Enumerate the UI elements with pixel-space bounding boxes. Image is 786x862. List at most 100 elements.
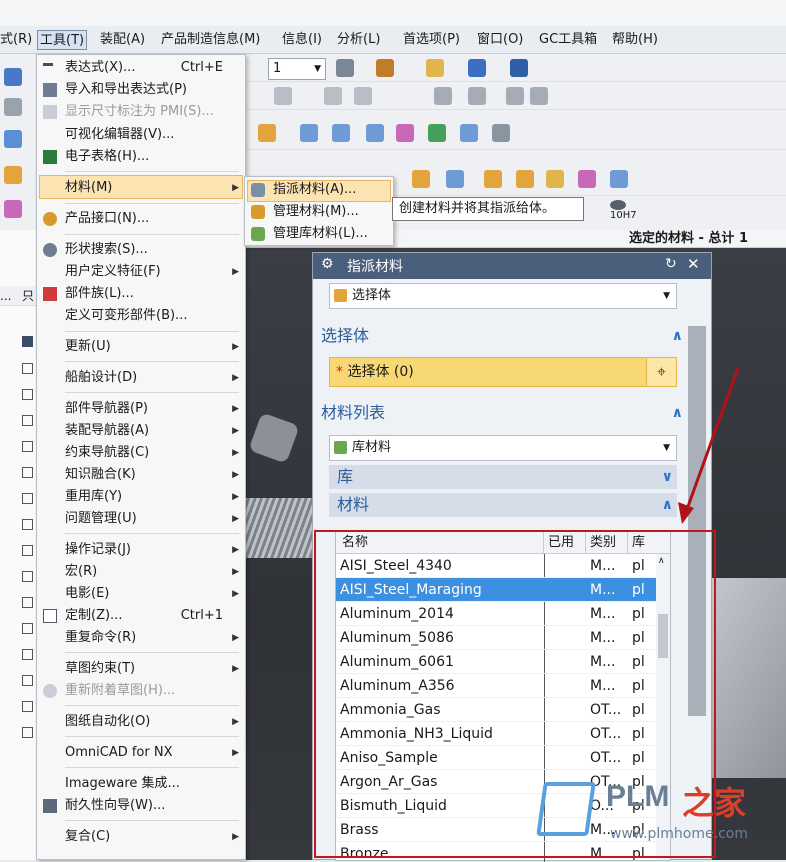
menu-item-movie[interactable]: 电影(E) — [65, 585, 109, 603]
row-checkbox[interactable] — [22, 701, 33, 712]
menu-item-udf[interactable]: 用户定义特征(F) — [65, 263, 161, 281]
menu-analysis[interactable]: 分析(L) — [337, 30, 380, 50]
menu-item-macro[interactable]: 宏(R) — [65, 563, 97, 581]
surface-icon[interactable] — [258, 124, 276, 142]
menu-window[interactable]: 窗口(O) — [477, 30, 523, 50]
menu-item-product-interface[interactable]: 产品接口(N)... — [65, 210, 149, 228]
row-checkbox[interactable] — [22, 363, 33, 374]
row-checkbox[interactable] — [22, 519, 33, 530]
menu-item-reuse-library[interactable]: 重用库(Y) — [65, 488, 122, 506]
menu-pmi[interactable]: 产品制造信息(M) — [161, 30, 260, 50]
menu-item-drawing-automation[interactable]: 图纸自动化(O) — [65, 713, 150, 731]
row-checkbox[interactable] — [22, 727, 33, 738]
surface-icon[interactable] — [460, 124, 478, 142]
menu-tools[interactable]: 工具(T) — [37, 30, 88, 50]
snap-combo[interactable]: 1 ▼ — [268, 58, 326, 80]
menu-help[interactable]: 帮助(H) — [612, 30, 658, 50]
row-checkbox[interactable] — [22, 597, 33, 608]
grid-icon[interactable] — [468, 59, 486, 77]
menu-item-deformable[interactable]: 定义可变形部件(B)... — [65, 307, 187, 325]
row-checkbox[interactable] — [22, 389, 33, 400]
menu-item-constraint-navigator[interactable]: 约束导航器(C) — [65, 444, 149, 462]
ruler-icon[interactable] — [426, 59, 444, 77]
menu-item-visual-editor[interactable]: 可视化编辑器(V)... — [65, 126, 174, 144]
solid-icon[interactable] — [484, 170, 502, 188]
menu-info[interactable]: 信息(I) — [282, 30, 322, 50]
tolerance-icon[interactable]: 10H7 — [610, 200, 637, 222]
row-checkbox[interactable] — [22, 571, 33, 582]
submenu-item-manage-library[interactable]: 管理库材料(L)... — [273, 225, 368, 243]
menu-item-sketch-constraint[interactable]: 草图约束(T) — [65, 660, 135, 678]
tool-icon[interactable] — [4, 98, 22, 116]
menu-item-durability-wizard[interactable]: 耐久性向导(W)... — [65, 797, 165, 815]
menu-item-knowledge-fusion[interactable]: 知识融合(K) — [65, 466, 136, 484]
menu-item-shape-search[interactable]: 形状搜索(S)... — [65, 241, 148, 259]
surface-icon[interactable] — [332, 124, 350, 142]
materials-section[interactable]: 材料 ∧ — [329, 493, 677, 517]
view-icon[interactable] — [506, 87, 524, 105]
select-body-section[interactable]: 选择体 ∧ — [321, 324, 683, 348]
solid-icon[interactable] — [578, 170, 596, 188]
submenu-item-manage-material[interactable]: 管理材料(M)... — [273, 203, 359, 221]
row-checkbox[interactable] — [22, 649, 33, 660]
row-checkbox[interactable] — [22, 441, 33, 452]
wcs-icon[interactable] — [376, 59, 394, 77]
solid-icon[interactable] — [446, 170, 464, 188]
menu-item-ship-design[interactable]: 船舶设计(D) — [65, 369, 137, 387]
material-list-section[interactable]: 材料列表 ∧ — [321, 401, 683, 425]
menu-item-composite[interactable]: 复合(C) — [65, 828, 110, 846]
measure-icon[interactable] — [510, 59, 528, 77]
row-checkbox[interactable] — [22, 467, 33, 478]
library-section[interactable]: 库 ∨ — [329, 465, 677, 489]
surface-icon[interactable] — [300, 124, 318, 142]
row-checkbox[interactable] — [22, 493, 33, 504]
tool-icon[interactable] — [4, 130, 22, 148]
surface-icon[interactable] — [492, 124, 510, 142]
menu-item-customize[interactable]: 定制(Z)... — [65, 607, 122, 625]
menu-item-part-navigator[interactable]: 部件导航器(P) — [65, 400, 148, 418]
gear-icon[interactable]: ⚙ — [321, 256, 334, 272]
menu-item-part-family[interactable]: 部件族(L)... — [65, 285, 134, 303]
type-combo[interactable]: 选择体 ▼ — [329, 283, 677, 309]
material-source-combo[interactable]: 库材料 ▼ — [329, 435, 677, 461]
tool-icon[interactable] — [4, 200, 22, 218]
surface-icon[interactable] — [366, 124, 384, 142]
surface-icon[interactable] — [428, 124, 446, 142]
select-body-field[interactable]: * 选择体 (0) ⌖ — [329, 357, 677, 387]
view-icon[interactable] — [434, 87, 452, 105]
menu-item-spreadsheet[interactable]: 电子表格(H)... — [65, 148, 149, 166]
menu-item-import-export[interactable]: 导入和导出表达式(P) — [65, 81, 187, 99]
menu-item-update[interactable]: 更新(U) — [65, 338, 111, 356]
pmi-icon[interactable] — [274, 87, 292, 105]
layer-icon[interactable] — [336, 59, 354, 77]
menu-preferences[interactable]: 首选项(P) — [403, 30, 460, 50]
menu-item-repeat-command[interactable]: 重复命令(R) — [65, 629, 136, 647]
menu-item-material[interactable]: 材料(M) — [65, 179, 112, 197]
row-checkbox[interactable] — [22, 415, 33, 426]
dimension-icon[interactable] — [324, 87, 342, 105]
row-checkbox[interactable] — [22, 675, 33, 686]
menu-assembly[interactable]: 装配(A) — [100, 30, 145, 50]
menu-gc-toolbox[interactable]: GC工具箱 — [539, 30, 597, 50]
collapse-icon[interactable]: ∧ — [672, 324, 683, 348]
reset-icon[interactable]: ↻ — [665, 256, 677, 272]
view-icon[interactable] — [530, 87, 548, 105]
tool-icon[interactable] — [4, 166, 22, 184]
row-checkbox[interactable] — [22, 545, 33, 556]
menu-item-issue-management[interactable]: 问题管理(U) — [65, 510, 137, 528]
tool-icon[interactable] — [4, 68, 22, 86]
view-icon[interactable] — [468, 87, 486, 105]
dimension-icon[interactable] — [354, 87, 372, 105]
menu-item-assembly-navigator[interactable]: 装配导航器(A) — [65, 422, 149, 440]
submenu-item-assign-material[interactable]: 指派材料(A)... — [273, 181, 356, 199]
solid-icon[interactable] — [610, 170, 628, 188]
row-checkbox[interactable] — [22, 623, 33, 634]
solid-icon[interactable] — [546, 170, 564, 188]
solid-icon[interactable] — [412, 170, 430, 188]
menu-item-omnicad[interactable]: OmniCAD for NX — [65, 744, 173, 762]
close-icon[interactable]: ✕ — [687, 255, 700, 273]
menu-format[interactable]: 式(R) — [0, 30, 32, 50]
menu-item-expression[interactable]: 表达式(X)... — [65, 59, 135, 77]
menu-item-journal[interactable]: 操作记录(J) — [65, 541, 131, 559]
solid-icon[interactable] — [516, 170, 534, 188]
